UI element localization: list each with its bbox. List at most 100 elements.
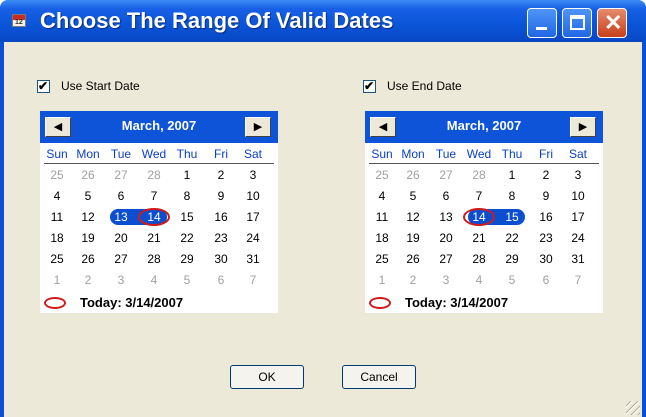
day-cell[interactable]: 2 bbox=[531, 167, 561, 183]
day-cell[interactable]: 13 bbox=[431, 209, 461, 225]
day-cell[interactable]: 31 bbox=[563, 251, 593, 267]
maximize-icon bbox=[570, 15, 585, 30]
month-title[interactable]: March, 2007 bbox=[40, 118, 278, 133]
day-cell[interactable]: 18 bbox=[367, 230, 397, 246]
day-cell[interactable]: 23 bbox=[206, 230, 236, 246]
day-cell[interactable]: 16 bbox=[531, 209, 561, 225]
day-cell[interactable]: 8 bbox=[497, 188, 527, 204]
day-cell[interactable]: 5 bbox=[73, 188, 103, 204]
day-cell[interactable]: 2 bbox=[73, 272, 103, 288]
day-cell[interactable]: 25 bbox=[42, 251, 72, 267]
day-cell[interactable]: 21 bbox=[464, 230, 494, 246]
day-cell[interactable]: 5 bbox=[172, 272, 202, 288]
day-cell[interactable]: 4 bbox=[42, 188, 72, 204]
day-cell[interactable]: 10 bbox=[563, 188, 593, 204]
day-cell[interactable]: 25 bbox=[367, 251, 397, 267]
day-cell[interactable]: 22 bbox=[497, 230, 527, 246]
day-cell[interactable]: 28 bbox=[139, 167, 169, 183]
day-cell[interactable]: 30 bbox=[531, 251, 561, 267]
day-cell[interactable]: 20 bbox=[106, 230, 136, 246]
day-cell[interactable]: 2 bbox=[206, 167, 236, 183]
resize-grip[interactable] bbox=[626, 401, 640, 415]
ok-button[interactable]: OK bbox=[230, 365, 304, 389]
day-cell[interactable]: 6 bbox=[206, 272, 236, 288]
day-cell[interactable]: 28 bbox=[464, 167, 494, 183]
day-cell[interactable]: 11 bbox=[42, 209, 72, 225]
day-cell[interactable]: 7 bbox=[238, 272, 268, 288]
day-cell[interactable]: 24 bbox=[238, 230, 268, 246]
day-cell[interactable]: 12 bbox=[398, 209, 428, 225]
day-cell[interactable]: 7 bbox=[464, 188, 494, 204]
title-bar[interactable]: 12 Choose The Range Of Valid Dates ✕ bbox=[0, 0, 646, 42]
day-cell[interactable]: 25 bbox=[42, 167, 72, 183]
day-cell[interactable]: 6 bbox=[431, 188, 461, 204]
next-month-button[interactable]: ▶ bbox=[245, 117, 271, 137]
day-cell[interactable]: 4 bbox=[139, 272, 169, 288]
day-cell[interactable]: 3 bbox=[431, 272, 461, 288]
day-cell[interactable]: 13 bbox=[106, 209, 136, 225]
day-cell[interactable]: 27 bbox=[106, 167, 136, 183]
day-cell[interactable]: 29 bbox=[172, 251, 202, 267]
day-cell[interactable]: 27 bbox=[431, 167, 461, 183]
day-cell[interactable]: 26 bbox=[398, 167, 428, 183]
today-link[interactable]: Today: 3/14/2007 bbox=[365, 295, 603, 311]
cancel-button[interactable]: Cancel bbox=[342, 365, 416, 389]
use-end-date-checkbox[interactable]: ✔ bbox=[363, 79, 376, 93]
use-start-date-checkbox[interactable]: ✔ bbox=[37, 79, 50, 93]
day-cell[interactable]: 9 bbox=[531, 188, 561, 204]
day-cell[interactable]: 17 bbox=[238, 209, 268, 225]
day-cell[interactable]: 10 bbox=[238, 188, 268, 204]
day-cell[interactable]: 28 bbox=[464, 251, 494, 267]
next-month-button[interactable]: ▶ bbox=[570, 117, 596, 137]
day-cell[interactable]: 19 bbox=[73, 230, 103, 246]
close-button[interactable]: ✕ bbox=[597, 8, 627, 38]
day-cell[interactable]: 11 bbox=[367, 209, 397, 225]
day-cell[interactable]: 25 bbox=[367, 167, 397, 183]
day-cell[interactable]: 27 bbox=[106, 251, 136, 267]
month-title[interactable]: March, 2007 bbox=[365, 118, 603, 133]
day-cell[interactable]: 3 bbox=[563, 167, 593, 183]
day-cell[interactable]: 8 bbox=[172, 188, 202, 204]
day-cell[interactable]: 26 bbox=[398, 251, 428, 267]
day-cell[interactable]: 15 bbox=[172, 209, 202, 225]
minimize-button[interactable] bbox=[527, 8, 557, 38]
today-link[interactable]: Today: 3/14/2007 bbox=[40, 295, 278, 311]
day-cell[interactable]: 7 bbox=[139, 188, 169, 204]
day-cell[interactable]: 20 bbox=[431, 230, 461, 246]
day-cell[interactable]: 12 bbox=[73, 209, 103, 225]
day-cell[interactable]: 27 bbox=[431, 251, 461, 267]
day-cell[interactable]: 7 bbox=[563, 272, 593, 288]
day-cell[interactable]: 1 bbox=[497, 167, 527, 183]
day-cell[interactable]: 17 bbox=[563, 209, 593, 225]
day-cell[interactable]: 23 bbox=[531, 230, 561, 246]
day-cell[interactable]: 1 bbox=[172, 167, 202, 183]
day-cell[interactable]: 21 bbox=[139, 230, 169, 246]
start-date-calendar[interactable]: ◀ March, 2007 ▶ Sun Mon Tue Wed Thu Fri Sat 25… bbox=[40, 111, 278, 313]
day-cell[interactable]: 5 bbox=[398, 188, 428, 204]
day-cell[interactable]: 31 bbox=[238, 251, 268, 267]
day-cell[interactable]: 29 bbox=[497, 251, 527, 267]
day-cell[interactable]: 3 bbox=[238, 167, 268, 183]
day-cell[interactable]: 6 bbox=[106, 188, 136, 204]
maximize-button[interactable] bbox=[562, 8, 592, 38]
day-cell[interactable]: 30 bbox=[206, 251, 236, 267]
day-cell[interactable]: 2 bbox=[398, 272, 428, 288]
day-cell[interactable]: 3 bbox=[106, 272, 136, 288]
day-cell[interactable]: 15 bbox=[497, 209, 527, 225]
day-cell[interactable]: 19 bbox=[398, 230, 428, 246]
day-cell[interactable]: 1 bbox=[367, 272, 397, 288]
day-cell[interactable]: 6 bbox=[531, 272, 561, 288]
day-cell[interactable]: 1 bbox=[42, 272, 72, 288]
day-cell[interactable]: 24 bbox=[563, 230, 593, 246]
day-cell[interactable]: 4 bbox=[367, 188, 397, 204]
day-cell[interactable]: 28 bbox=[139, 251, 169, 267]
day-cell[interactable]: 22 bbox=[172, 230, 202, 246]
day-cell[interactable]: 26 bbox=[73, 167, 103, 183]
end-date-calendar[interactable]: ◀ March, 2007 ▶ Sun Mon Tue Wed Thu Fri Sat 25… bbox=[365, 111, 603, 313]
day-cell[interactable]: 9 bbox=[206, 188, 236, 204]
day-cell[interactable]: 26 bbox=[73, 251, 103, 267]
day-cell[interactable]: 18 bbox=[42, 230, 72, 246]
day-cell[interactable]: 16 bbox=[206, 209, 236, 225]
day-cell[interactable]: 4 bbox=[464, 272, 494, 288]
day-cell[interactable]: 5 bbox=[497, 272, 527, 288]
